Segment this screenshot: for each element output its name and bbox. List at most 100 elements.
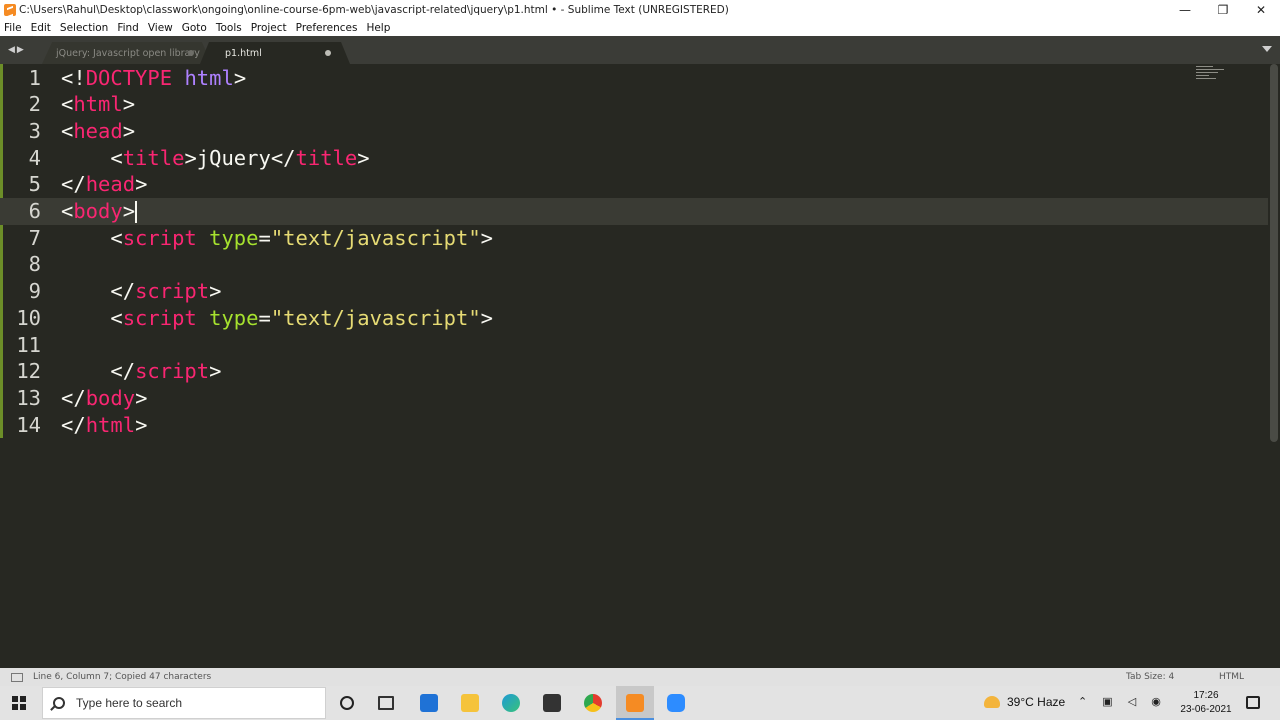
tab-list-dropdown-icon[interactable] (1262, 46, 1272, 52)
tab-bar: ◀▶ jQuery: Javascript open library p1.ht… (0, 36, 1280, 64)
windows-start-icon[interactable] (12, 696, 26, 710)
search-icon (53, 697, 65, 709)
code-token: </ (61, 385, 86, 410)
panel-toggle-icon[interactable] (11, 672, 23, 682)
code-token: < (61, 145, 123, 170)
cortana-icon[interactable] (340, 696, 354, 710)
code-line[interactable]: 11 (0, 332, 1268, 359)
close-button[interactable]: ✕ (1242, 0, 1280, 19)
clock-time: 17:26 (1193, 690, 1219, 701)
code-line[interactable]: 4 <title>jQuery</title> (0, 145, 1268, 172)
code-token: script (135, 359, 210, 384)
taskbar-search-input[interactable]: Type here to search (42, 687, 326, 719)
code-token: title (295, 145, 358, 170)
notification-center-icon[interactable] (1246, 696, 1260, 709)
code-token: > (135, 412, 148, 437)
clock[interactable]: 17:26 23-06-2021 (1178, 689, 1234, 717)
tab-p1-html[interactable]: p1.html (200, 42, 350, 64)
code-token: > (122, 118, 136, 143)
code-line[interactable]: 2 <html> (0, 91, 1268, 118)
tab-modified-dot-icon[interactable] (325, 50, 331, 56)
line-number: 1 (28, 65, 41, 90)
code-token: body (85, 385, 136, 410)
code-token: type (209, 225, 259, 250)
code-line[interactable]: 13 </body> (0, 385, 1268, 412)
sublime-app-icon (4, 3, 16, 16)
task-view-icon[interactable] (378, 696, 394, 710)
menu-preferences[interactable]: Preferences (296, 22, 358, 34)
code-token: </ (61, 412, 86, 437)
code-line[interactable]: 10 <script type="text/javascript"> (0, 305, 1268, 332)
code-line[interactable]: 14 </html> (0, 412, 1268, 439)
edge-browser-icon[interactable] (502, 694, 520, 712)
code-line[interactable]: 5 </head> (0, 171, 1268, 198)
menu-file[interactable]: File (4, 22, 22, 34)
line-number: 7 (28, 225, 41, 250)
menu-view[interactable]: View (148, 22, 173, 34)
code-content: <!DOCTYPE html> (61, 65, 246, 92)
code-token: > (357, 145, 370, 170)
menu-edit[interactable]: Edit (31, 22, 51, 34)
code-token: body (73, 199, 123, 223)
code-content: <html> (61, 91, 135, 118)
code-token: title (122, 145, 185, 170)
code-line[interactable]: 1 <!DOCTYPE html> (0, 65, 1268, 92)
status-bar: Line 6, Column 7; Copied 47 characters T… (0, 668, 1280, 686)
code-token: </ (61, 279, 136, 304)
code-token: > (480, 305, 494, 330)
tab-jquery-library[interactable]: jQuery: Javascript open library (42, 42, 212, 64)
file-explorer-icon[interactable] (461, 694, 479, 712)
code-line[interactable]: 6 <body> (0, 198, 1268, 225)
chrome-browser-icon[interactable] (584, 694, 602, 712)
zoom-icon[interactable] (667, 694, 685, 712)
code-token: > (209, 279, 222, 304)
code-token: script (122, 225, 197, 250)
clock-date: 23-06-2021 (1180, 704, 1232, 715)
menu-selection[interactable]: Selection (60, 22, 108, 34)
line-number: 5 (28, 172, 41, 197)
menu-find[interactable]: Find (117, 22, 139, 34)
code-editor[interactable]: 1 <!DOCTYPE html> 2 <html> 3 <head> 4 <title>j… (0, 64, 1280, 668)
line-number: 4 (28, 145, 41, 170)
system-tray-icons[interactable]: ⌃ ▣ ◁ ◉ (1078, 695, 1167, 708)
sublime-text-icon[interactable] (626, 694, 644, 712)
menu-tools[interactable]: Tools (216, 22, 242, 34)
code-token: script (122, 305, 197, 330)
menu-project[interactable]: Project (251, 22, 287, 34)
title-bar: C:\Users\Rahul\Desktop\classwork\ongoing… (0, 0, 1280, 19)
weather-text[interactable]: 39°C Haze (1007, 695, 1065, 709)
code-token: html (73, 92, 123, 117)
windows-taskbar: Type here to search 39°C Haze ⌃ ▣ ◁ ◉ 17… (0, 686, 1280, 720)
tab-close-dot-icon[interactable] (188, 50, 194, 56)
code-line[interactable]: 7 <script type="text/javascript"> (0, 225, 1268, 252)
code-token: type (209, 305, 259, 330)
code-line[interactable]: 8 (0, 251, 1268, 278)
weather-icon[interactable] (984, 696, 1000, 708)
code-token: < (61, 225, 123, 250)
menu-help[interactable]: Help (366, 22, 390, 34)
window-controls: — ❐ ✕ (1166, 0, 1280, 19)
maximize-button[interactable]: ❐ (1204, 0, 1242, 19)
tab-nav-arrows-icon[interactable]: ◀▶ (8, 45, 26, 55)
code-token: head (73, 118, 123, 143)
code-token: </ (61, 359, 136, 384)
mail-icon[interactable] (420, 694, 438, 712)
text-cursor (135, 201, 138, 223)
code-line[interactable]: 9 </script> (0, 278, 1268, 305)
code-token: > (233, 65, 247, 90)
syntax-indicator[interactable]: HTML (1219, 672, 1244, 682)
line-number: 11 (16, 332, 41, 357)
minimize-button[interactable]: — (1166, 0, 1204, 19)
vertical-scrollbar[interactable] (1270, 64, 1278, 442)
code-content: <title>jQuery</title> (61, 145, 370, 172)
line-number: 12 (16, 359, 41, 384)
menu-goto[interactable]: Goto (182, 22, 207, 34)
code-token: = (258, 225, 271, 250)
code-line[interactable]: 3 <head> (0, 118, 1268, 145)
tab-size-indicator[interactable]: Tab Size: 4 (1126, 672, 1174, 682)
store-icon[interactable] (543, 694, 561, 712)
code-token: "text/javascript" (270, 305, 481, 330)
code-content: </html> (61, 412, 147, 439)
code-line[interactable]: 12 </script> (0, 358, 1268, 385)
